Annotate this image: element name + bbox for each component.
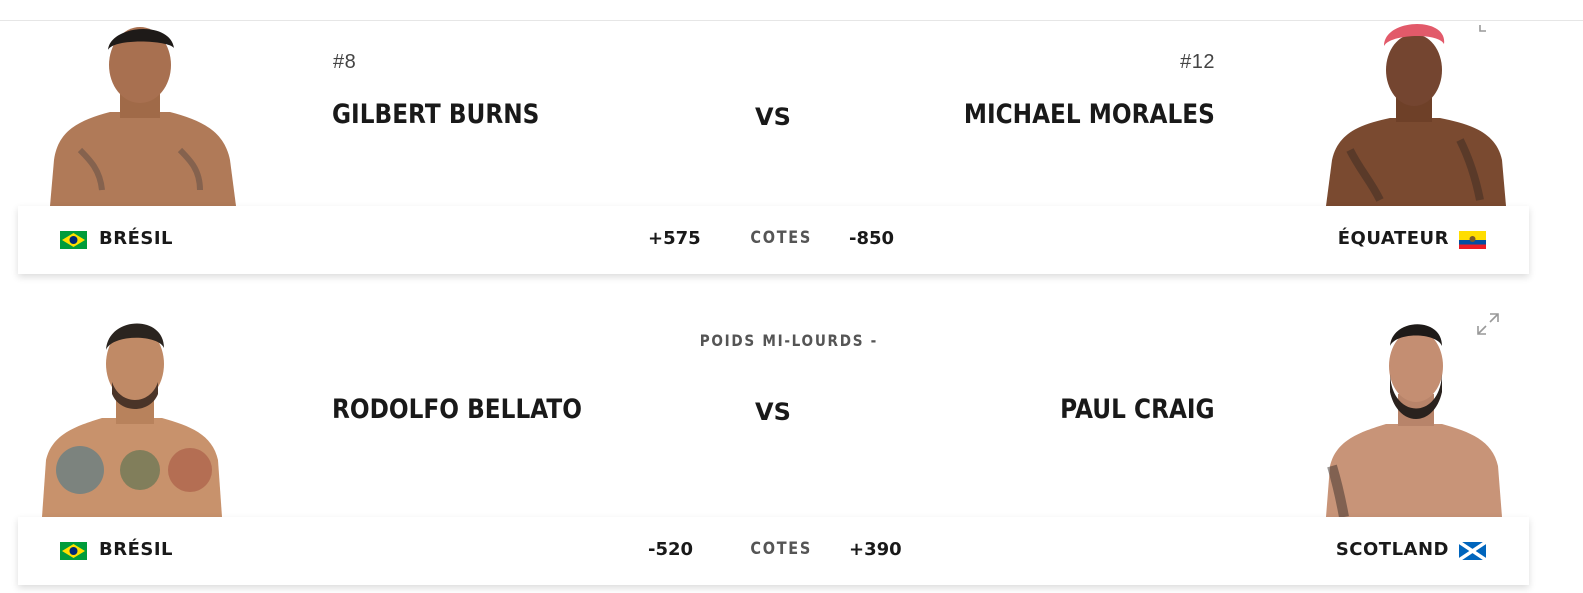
red-corner-odds: -520 bbox=[648, 539, 694, 560]
fight-card-burns-morales[interactable]: #8 GILBERT BURNS VS #12 MICHAEL MORALES … bbox=[0, 0, 1583, 282]
fight-info-card: BRÉSIL +575 COTES -850 ÉQUATEUR bbox=[18, 206, 1529, 274]
blue-corner-name[interactable]: MICHAEL MORALES bbox=[964, 99, 1215, 130]
red-corner-name[interactable]: RODOLFO BELLATO bbox=[332, 394, 582, 425]
fight-card-bellato-craig[interactable]: POIDS MI-LOURDS - RODOLFO BELLATO VS PAU… bbox=[0, 300, 1583, 593]
red-corner-country: BRÉSIL bbox=[99, 539, 174, 560]
vs-label: VS bbox=[755, 398, 791, 426]
red-corner-rank: #8 bbox=[333, 51, 357, 73]
blue-corner-name[interactable]: PAUL CRAIG bbox=[1061, 394, 1215, 425]
odds-label: COTES bbox=[750, 539, 812, 559]
blue-corner-odds: +390 bbox=[849, 539, 902, 560]
brazil-flag-icon bbox=[60, 231, 87, 249]
blue-corner-odds: -850 bbox=[849, 228, 895, 249]
fight-info-card: BRÉSIL -520 COTES +390 SCOTLAND bbox=[18, 517, 1529, 585]
red-corner-name[interactable]: GILBERT BURNS bbox=[332, 99, 539, 130]
odds-label: COTES bbox=[750, 228, 812, 248]
blue-corner-fighter-photo[interactable] bbox=[1322, 316, 1507, 517]
ecuador-flag-icon bbox=[1459, 231, 1486, 249]
top-bar bbox=[0, 0, 1583, 21]
blue-corner-country: ÉQUATEUR bbox=[1337, 228, 1449, 249]
red-corner-country: BRÉSIL bbox=[99, 228, 174, 249]
blue-corner-fighter-photo[interactable] bbox=[1320, 20, 1510, 206]
red-corner-fighter-photo[interactable] bbox=[40, 310, 225, 517]
blue-corner-rank: #12 bbox=[1180, 51, 1215, 73]
vs-label: VS bbox=[755, 103, 791, 131]
scotland-flag-icon bbox=[1458, 540, 1487, 562]
blue-corner-country: SCOTLAND bbox=[1335, 539, 1449, 560]
brazil-flag-icon bbox=[60, 542, 87, 560]
weight-class-label: POIDS MI-LOURDS - bbox=[699, 331, 879, 350]
red-corner-fighter-photo[interactable] bbox=[40, 20, 240, 206]
red-corner-odds: +575 bbox=[648, 228, 701, 249]
